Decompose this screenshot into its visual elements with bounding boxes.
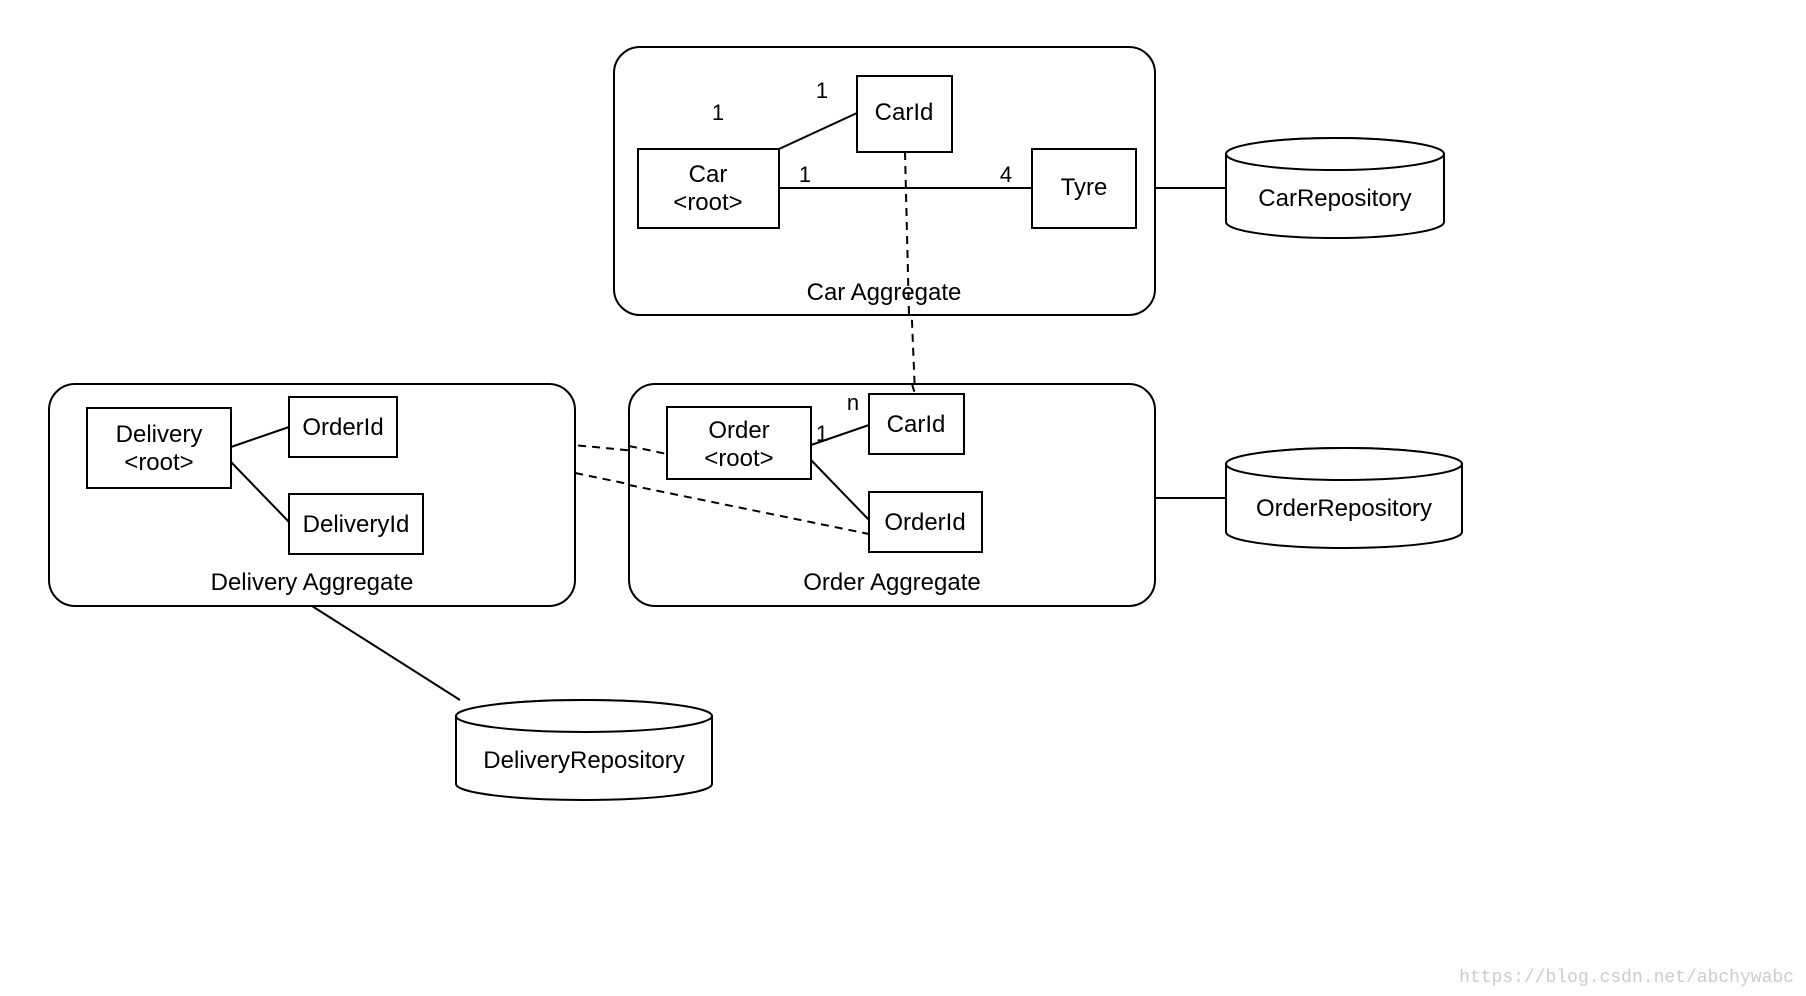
label-car-aggregate: Car Aggregate	[807, 279, 962, 306]
text-delivery-repository: DeliveryRepository	[483, 747, 684, 774]
mult-order-carid-left: 1	[816, 421, 828, 446]
box-delivery-root	[87, 408, 231, 488]
mult-car-carid-left: 1	[712, 100, 724, 125]
text-order-line2: <root>	[704, 445, 773, 472]
label-delivery-aggregate: Delivery Aggregate	[211, 569, 414, 596]
text-carid-order: CarId	[887, 411, 946, 438]
cylinder-delivery-repository: DeliveryRepository	[456, 700, 712, 800]
mult-car-tyre-right: 4	[1000, 162, 1012, 187]
text-car-repository: CarRepository	[1258, 185, 1411, 212]
mult-order-carid-right: n	[847, 390, 859, 415]
text-order-repository: OrderRepository	[1256, 495, 1432, 522]
text-carid-car: CarId	[875, 99, 934, 126]
label-order-aggregate: Order Aggregate	[803, 569, 980, 596]
watermark-text: https://blog.csdn.net/abchywabc	[1459, 968, 1794, 988]
mult-car-tyre-left: 1	[799, 162, 811, 187]
text-delivery-line1: Delivery	[116, 421, 203, 448]
cylinder-car-repository: CarRepository	[1226, 138, 1444, 238]
text-deliveryid-delivery: DeliveryId	[303, 511, 410, 538]
text-orderid-order: OrderId	[884, 509, 965, 536]
text-order-line1: Order	[708, 417, 769, 444]
text-orderid-delivery: OrderId	[302, 414, 383, 441]
line-delivery-agg-to-repo	[312, 606, 460, 700]
text-tyre: Tyre	[1061, 174, 1108, 201]
text-delivery-line2: <root>	[124, 449, 193, 476]
text-car-line1: Car	[689, 161, 728, 188]
mult-car-carid-right: 1	[816, 78, 828, 103]
cylinder-order-repository: OrderRepository	[1226, 448, 1462, 548]
text-car-line2: <root>	[673, 189, 742, 216]
